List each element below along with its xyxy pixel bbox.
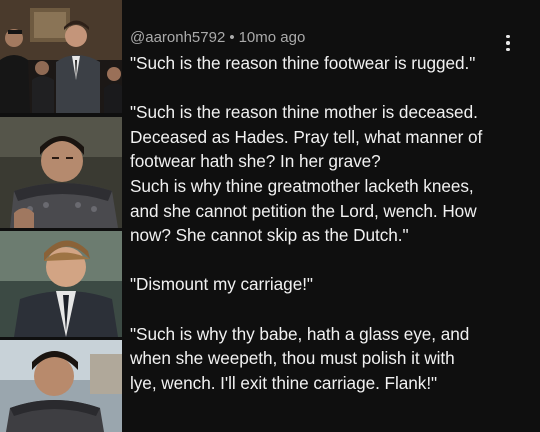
thumbnail-column <box>0 0 122 432</box>
more-options-button[interactable] <box>498 31 518 55</box>
more-vertical-icon <box>506 34 510 39</box>
comment: @aaronh5792 • 10mo ago "Such is the reason… <box>130 28 520 395</box>
thumbnail-man-in-suit <box>0 231 122 337</box>
more-vertical-icon-dot <box>506 41 510 45</box>
comment-paragraph: "Such is why thy babe, hath a glass eye,… <box>130 323 470 393</box>
comment-header: @aaronh5792 • 10mo ago <box>130 28 520 48</box>
more-vertical-icon-dot <box>506 47 510 52</box>
comment-author[interactable]: @aaronh5792 <box>130 29 225 46</box>
thumbnail-man-in-armor <box>0 340 122 432</box>
thumbnail-knight-in-chainmail <box>0 117 122 228</box>
comment-paragraph: "Dismount my carriage!" <box>130 274 313 295</box>
comment-timestamp[interactable]: 10mo ago <box>239 29 306 46</box>
thumbnail-men-in-suits <box>0 0 122 113</box>
comment-paragraph: "Such is the reason thine footwear is ru… <box>130 53 476 73</box>
comment-paragraph: "Such is the reason thine mother is dece… <box>130 102 483 246</box>
comment-body: "Such is the reason thine footwear is ru… <box>130 51 520 395</box>
meta-separator: • <box>229 29 235 46</box>
